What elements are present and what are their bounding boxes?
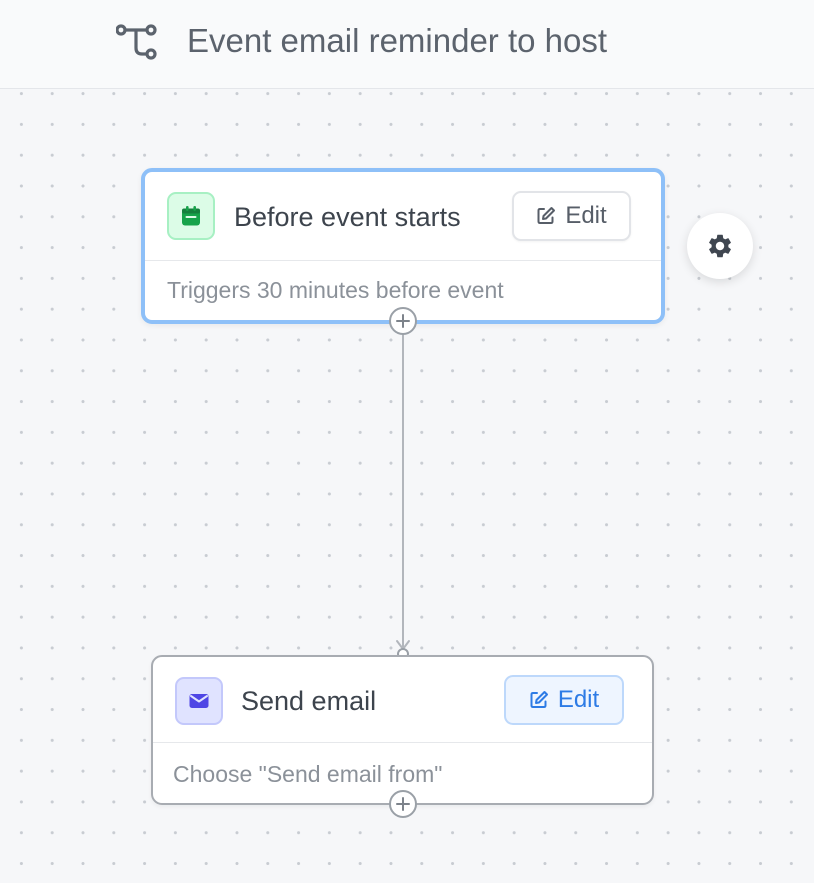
trigger-edit-label: Edit: [565, 202, 607, 229]
calendar-icon: [182, 206, 200, 226]
plus-icon: [396, 314, 410, 328]
action-edit-button[interactable]: Edit: [504, 675, 624, 725]
settings-button[interactable]: [687, 213, 753, 279]
action-description: Choose "Send email from": [173, 761, 443, 787]
gear-icon: [709, 234, 731, 258]
trigger-divider: [145, 260, 661, 261]
action-divider: [153, 742, 652, 743]
action-node[interactable]: Send email Edit Choose "Send email from": [151, 655, 654, 805]
workflow-header: Event email reminder to host: [0, 0, 814, 89]
add-step-button[interactable]: [389, 790, 417, 818]
add-step-button[interactable]: [389, 307, 417, 335]
trigger-edit-button[interactable]: Edit: [512, 191, 631, 241]
edit-icon: [530, 691, 548, 708]
action-edit-label: Edit: [557, 686, 600, 713]
edit-icon: [537, 207, 556, 224]
trigger-node[interactable]: Before event starts Edit Triggers 30 min…: [141, 168, 665, 324]
plus-icon: [396, 797, 410, 811]
page-title: Event email reminder to host: [187, 22, 608, 59]
workflow-icon: [116, 24, 157, 60]
action-icon-box: [175, 677, 223, 725]
trigger-icon-box: [167, 192, 215, 240]
mail-icon: [189, 694, 209, 708]
trigger-title: Before event starts: [234, 202, 461, 232]
trigger-description: Triggers 30 minutes before event: [167, 277, 504, 303]
action-title: Send email: [241, 686, 377, 716]
